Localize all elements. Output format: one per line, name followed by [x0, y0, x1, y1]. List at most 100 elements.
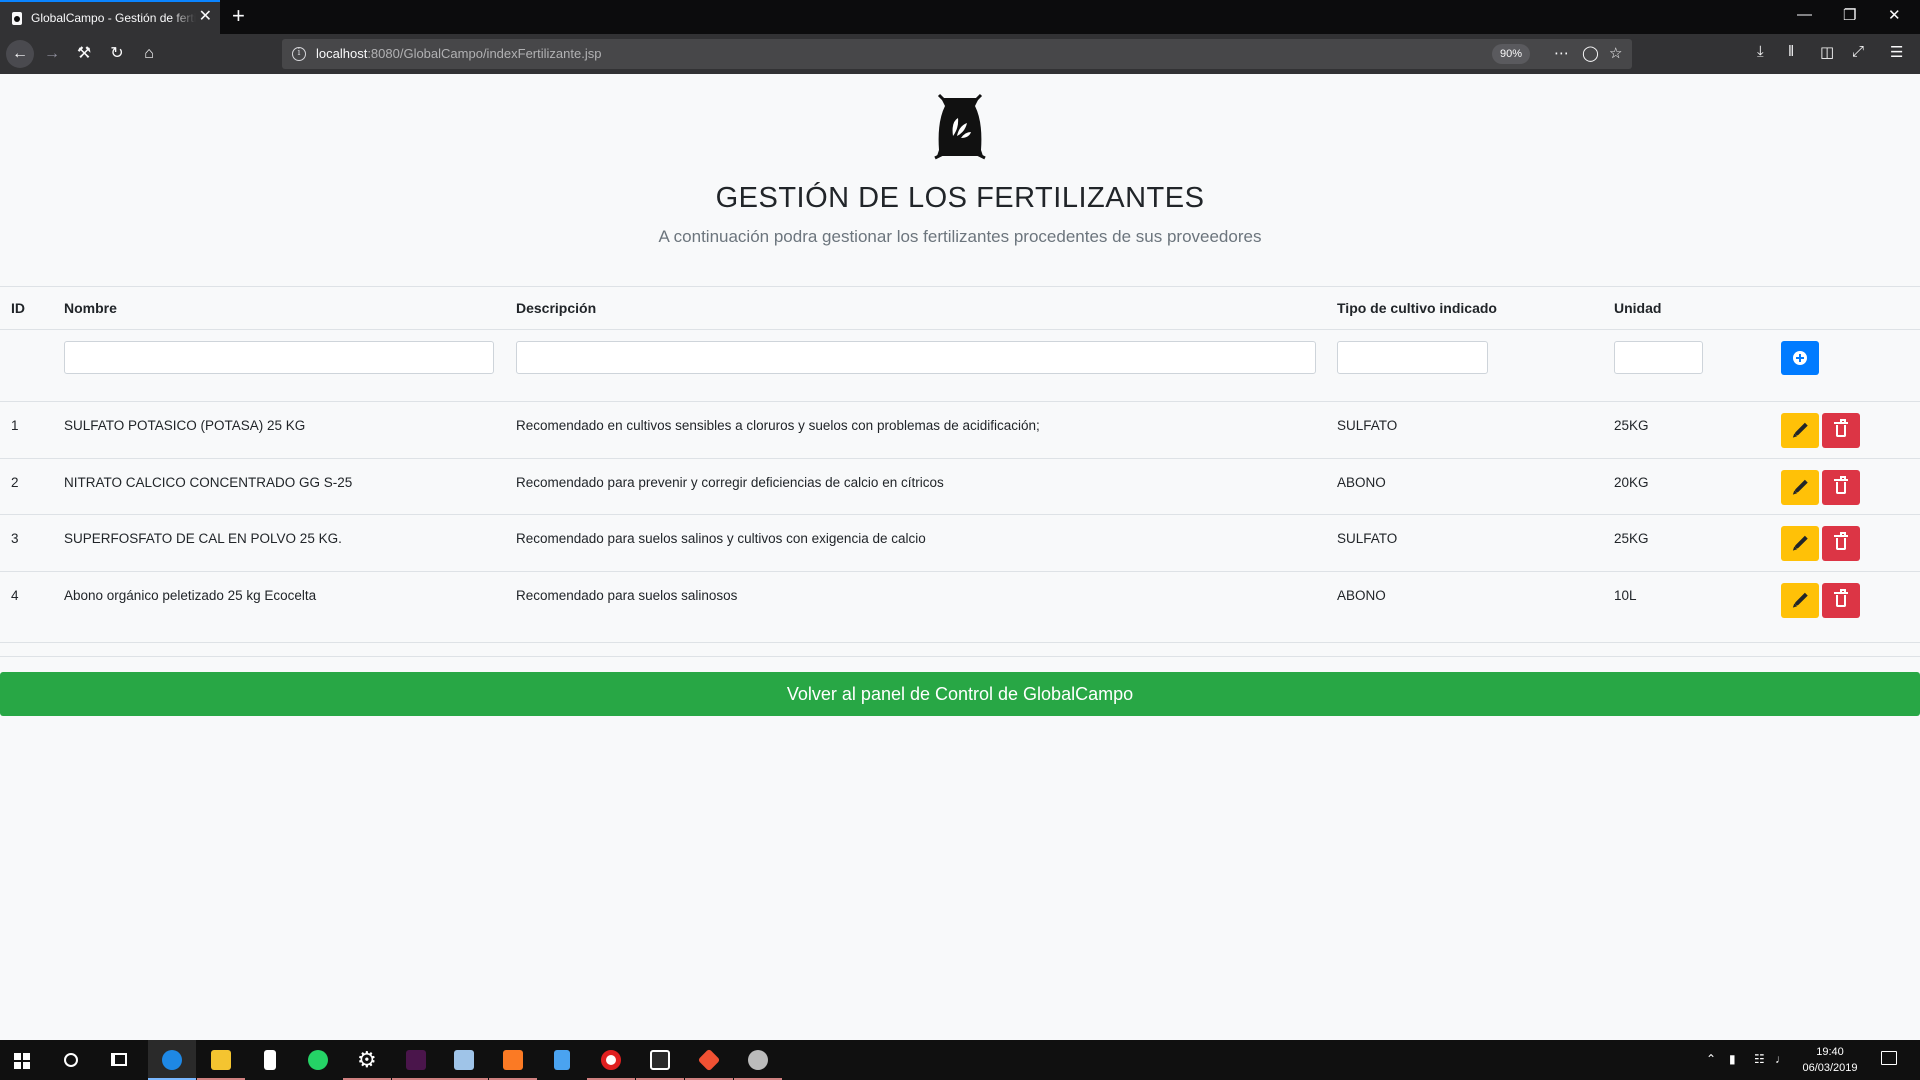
cell-descripcion: Recomendado para suelos salinos y cultiv… [516, 531, 926, 546]
edit-button[interactable] [1781, 583, 1819, 618]
photos-icon [554, 1050, 570, 1070]
folder-icon [211, 1050, 231, 1070]
tab-title: GlobalCampo - Gestión de fertilizantes [31, 11, 196, 25]
table-top-border [0, 286, 1920, 287]
favicon-icon [12, 12, 22, 25]
delete-button[interactable] [1822, 526, 1860, 561]
notes-icon [264, 1050, 276, 1070]
cell-nombre: SULFATO POTASICO (POTASA) 25 KG [64, 418, 306, 433]
descripcion-input[interactable] [516, 341, 1316, 374]
edit-button[interactable] [1781, 470, 1819, 505]
delete-button[interactable] [1822, 583, 1860, 618]
task-view-icon [111, 1053, 127, 1066]
taskbar-xampp[interactable] [489, 1040, 537, 1080]
trash-icon [1834, 476, 1848, 494]
taskbar-recorder[interactable] [587, 1040, 635, 1080]
system-clock[interactable]: 19:40 06/03/2019 [1795, 1044, 1865, 1076]
home-icon[interactable]: ⌂ [137, 42, 161, 66]
search-circle-icon [64, 1053, 78, 1067]
taskbar-notes[interactable] [246, 1040, 294, 1080]
cell-id: 2 [11, 475, 19, 490]
wifi-icon[interactable]: ☷ [1754, 1052, 1765, 1066]
taskbar-file-explorer[interactable] [197, 1040, 245, 1080]
taskbar-git[interactable] [685, 1040, 733, 1080]
site-info-icon[interactable]: i [292, 47, 306, 61]
header-descripcion: Descripción [516, 300, 597, 316]
url-host: localhost [316, 46, 368, 61]
new-tab-button[interactable]: + [232, 3, 245, 29]
cell-unidad: 10L [1614, 588, 1637, 603]
tipo-input[interactable] [1337, 341, 1488, 374]
taskbar-whatsapp[interactable] [294, 1040, 342, 1080]
edit-button[interactable] [1781, 526, 1819, 561]
volume-icon[interactable]: ♩ [1775, 1052, 1787, 1066]
taskbar-settings[interactable]: ⚙ [343, 1040, 391, 1080]
header-nombre: Nombre [64, 300, 117, 316]
record-icon [601, 1050, 621, 1070]
delete-button[interactable] [1822, 413, 1860, 448]
taskbar-dbeaver[interactable] [636, 1040, 684, 1080]
pencil-icon [1794, 422, 1808, 437]
cell-id: 3 [11, 531, 19, 546]
cell-descripcion: Recomendado para suelos salinosos [516, 588, 738, 603]
back-to-panel-button[interactable]: Volver al panel de Control de GlobalCamp… [0, 672, 1920, 716]
pencil-icon [1794, 592, 1808, 607]
url-text[interactable]: localhost:8080/GlobalCampo/indexFertiliz… [316, 46, 601, 61]
forward-arrow-icon[interactable]: → [40, 42, 64, 66]
unidad-input[interactable] [1614, 341, 1703, 374]
add-fertilizer-button[interactable] [1781, 341, 1819, 375]
trash-icon [1834, 589, 1848, 607]
windows-logo-icon [14, 1053, 30, 1069]
cell-descripcion: Recomendado en cultivos sensibles a clor… [516, 418, 1040, 433]
clock-date: 06/03/2019 [1802, 1062, 1858, 1074]
page-subtitle: A continuación podra gestionar los ferti… [658, 227, 1262, 246]
menu-icon[interactable]: ☰ [1890, 43, 1903, 61]
table-row: 3 SUPERFOSFATO DE CAL EN POLVO 25 KG. Re… [0, 515, 1920, 572]
page-actions-icon[interactable]: ⋯ [1554, 44, 1569, 62]
tray-chevron-icon[interactable]: ⌃ [1706, 1052, 1716, 1066]
address-bar[interactable]: i localhost:8080/GlobalCampo/indexFertil… [282, 39, 1632, 69]
firefox-icon [162, 1050, 182, 1070]
cell-unidad: 25KG [1614, 418, 1649, 433]
zoom-level[interactable]: 90% [1492, 44, 1531, 64]
tab-close-icon[interactable]: ✕ [199, 8, 212, 26]
browser-tab-bar: GlobalCampo - Gestión de fertilizantes ✕… [0, 0, 1920, 34]
taskbar-photos[interactable] [538, 1040, 586, 1080]
header-id: ID [11, 300, 25, 316]
minimize-icon[interactable]: — [1797, 6, 1812, 23]
wrench-icon[interactable]: ⚒ [72, 42, 96, 66]
trash-icon [1834, 532, 1848, 550]
fullscreen-icon[interactable]: ⤢ [1852, 43, 1864, 60]
cell-unidad: 25KG [1614, 531, 1649, 546]
sidebar-icon[interactable]: ◫ [1820, 43, 1834, 61]
cell-tipo: SULFATO [1337, 531, 1398, 546]
notifications-icon[interactable] [1881, 1051, 1897, 1065]
edit-button[interactable] [1781, 413, 1819, 448]
fertilizer-bag-icon [934, 93, 986, 160]
taskbar-slack[interactable] [392, 1040, 440, 1080]
bookmark-star-icon[interactable]: ☆ [1609, 44, 1622, 62]
table-row: 2 NITRATO CALCICO CONCENTRADO GG S-25 Re… [0, 459, 1920, 516]
whatsapp-icon [308, 1050, 328, 1070]
url-path: :8080/GlobalCampo/indexFertilizante.jsp [367, 46, 602, 61]
cell-nombre: NITRATO CALCICO CONCENTRADO GG S-25 [64, 475, 353, 490]
battery-icon[interactable]: ▮ [1729, 1052, 1736, 1066]
reload-icon[interactable]: ↻ [105, 42, 129, 66]
nombre-input[interactable] [64, 341, 494, 374]
taskbar-eclipse[interactable] [734, 1040, 782, 1080]
window-close-icon[interactable]: ✕ [1888, 6, 1901, 24]
delete-button[interactable] [1822, 470, 1860, 505]
task-view-button[interactable] [96, 1040, 144, 1080]
library-icon[interactable]: ‖ [1788, 43, 1794, 60]
cell-nombre: Abono orgánico peletizado 25 kg Ecocelta [64, 588, 317, 603]
taskbar-firefox[interactable] [148, 1040, 196, 1080]
downloads-icon[interactable]: ⤓ [1757, 43, 1764, 60]
pencil-icon [1794, 479, 1808, 494]
search-button[interactable] [48, 1040, 96, 1080]
taskbar-virtualbox[interactable] [440, 1040, 488, 1080]
browser-tab[interactable]: GlobalCampo - Gestión de fertilizantes ✕ [0, 0, 220, 34]
restore-icon[interactable]: ❐ [1843, 6, 1856, 24]
pocket-icon[interactable]: ◯ [1582, 44, 1599, 62]
back-arrow-icon[interactable]: ← [6, 40, 34, 68]
start-button[interactable] [0, 1040, 48, 1080]
